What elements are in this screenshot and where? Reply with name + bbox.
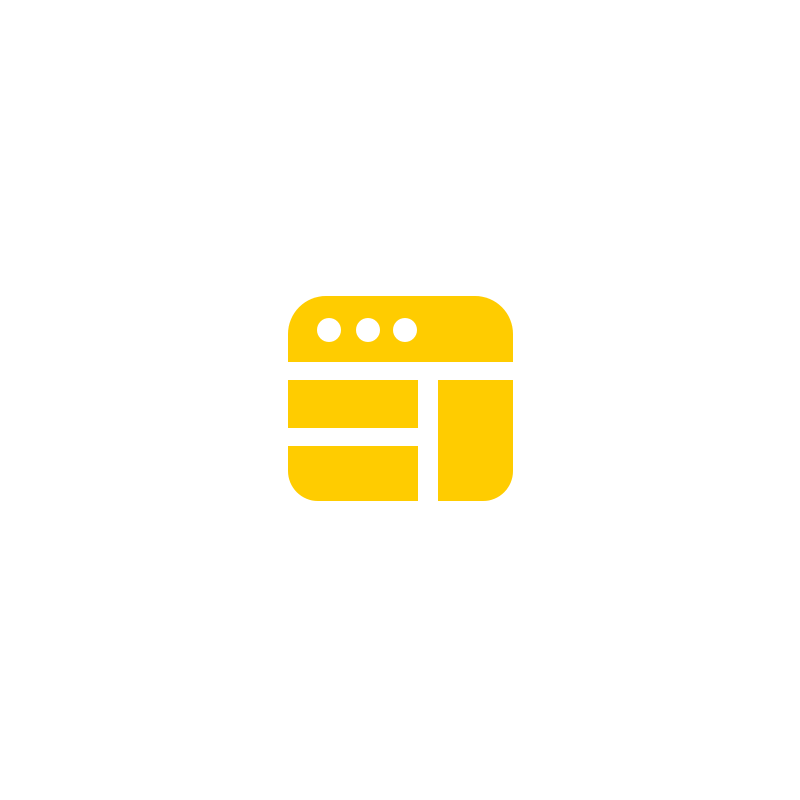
window-dot-1 — [317, 318, 341, 342]
canvas — [0, 0, 800, 800]
browser-window-layout-icon — [288, 296, 513, 501]
content-pane-bottom-left — [288, 446, 418, 501]
browser-window-layout-icon-svg — [288, 296, 513, 501]
content-pane-right — [438, 380, 513, 501]
content-pane-top-left — [288, 380, 418, 428]
window-dot-3 — [393, 318, 417, 342]
window-dot-2 — [356, 318, 380, 342]
